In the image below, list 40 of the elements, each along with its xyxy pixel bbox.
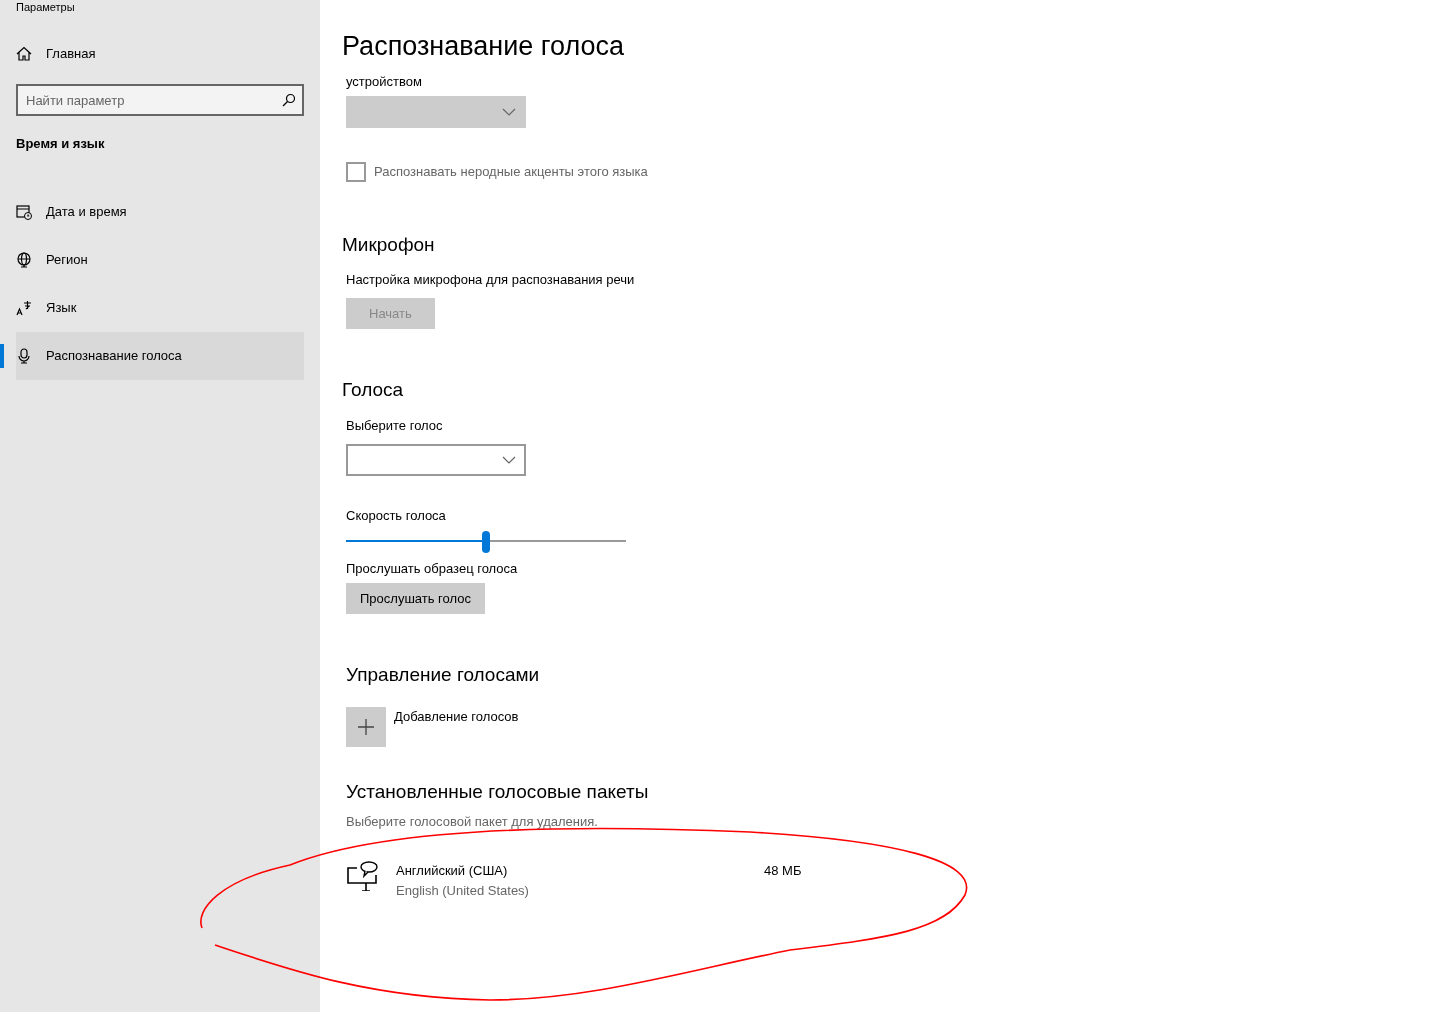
section-heading: Микрофон	[342, 233, 436, 257]
chevron-down-icon	[502, 107, 516, 116]
calendar-clock-icon	[16, 203, 32, 220]
add-voice-button[interactable]	[346, 706, 386, 747]
search-field[interactable]: Найти параметр	[16, 84, 304, 116]
section-heading: Управление голосами	[346, 664, 541, 687]
sidebar-item[interactable]: Язык	[16, 283, 304, 332]
section-heading: Установленные голосовые пакеты	[346, 780, 650, 804]
search-icon	[282, 93, 296, 107]
field-label: Скорость голоса	[346, 506, 447, 525]
play-voice-button[interactable]: Прослушать голос	[346, 582, 485, 615]
sidebar-item[interactable]: Регион	[16, 235, 304, 284]
add-voice-label[interactable]: Добавление голосов	[394, 706, 519, 747]
window-title: Параметры	[16, 0, 76, 14]
home-icon	[16, 46, 32, 62]
home-link[interactable]: Главная	[16, 30, 304, 78]
field-label: Прослушать образец голоса	[346, 560, 519, 579]
sidebar-item[interactable]: Дата и время	[16, 187, 304, 236]
checkbox-label: Распознавать неродные акценты этого языка	[374, 162, 648, 181]
page-title: Распознавание голоса	[342, 30, 626, 63]
globe-icon	[16, 251, 32, 268]
section-heading: Голоса	[342, 379, 405, 403]
description-text: Выберите голосовой пакет для удаления.	[346, 812, 599, 831]
monitor-speech-icon	[346, 861, 380, 892]
voice-package-item[interactable]: Английский (США) English (United States) 48 МБ	[346, 861, 1412, 901]
plus-icon	[357, 717, 375, 736]
chevron-down-icon	[502, 455, 516, 464]
package-subtitle: English (United States)	[396, 881, 530, 900]
speed-slider[interactable]	[346, 531, 626, 552]
field-label: устройством	[346, 73, 423, 91]
package-size: 48 МБ	[764, 862, 802, 881]
section-heading: Время и язык	[16, 135, 106, 153]
package-name: Английский (США)	[396, 862, 509, 881]
selection-indicator	[0, 343, 4, 368]
description-text: Настройка микрофона для распознавания речи	[346, 271, 636, 290]
microphone-icon	[16, 347, 32, 364]
field-label: Выберите голос	[346, 417, 444, 436]
voice-dropdown[interactable]	[346, 443, 526, 476]
slider-thumb[interactable]	[482, 531, 490, 554]
language-icon	[16, 299, 32, 316]
